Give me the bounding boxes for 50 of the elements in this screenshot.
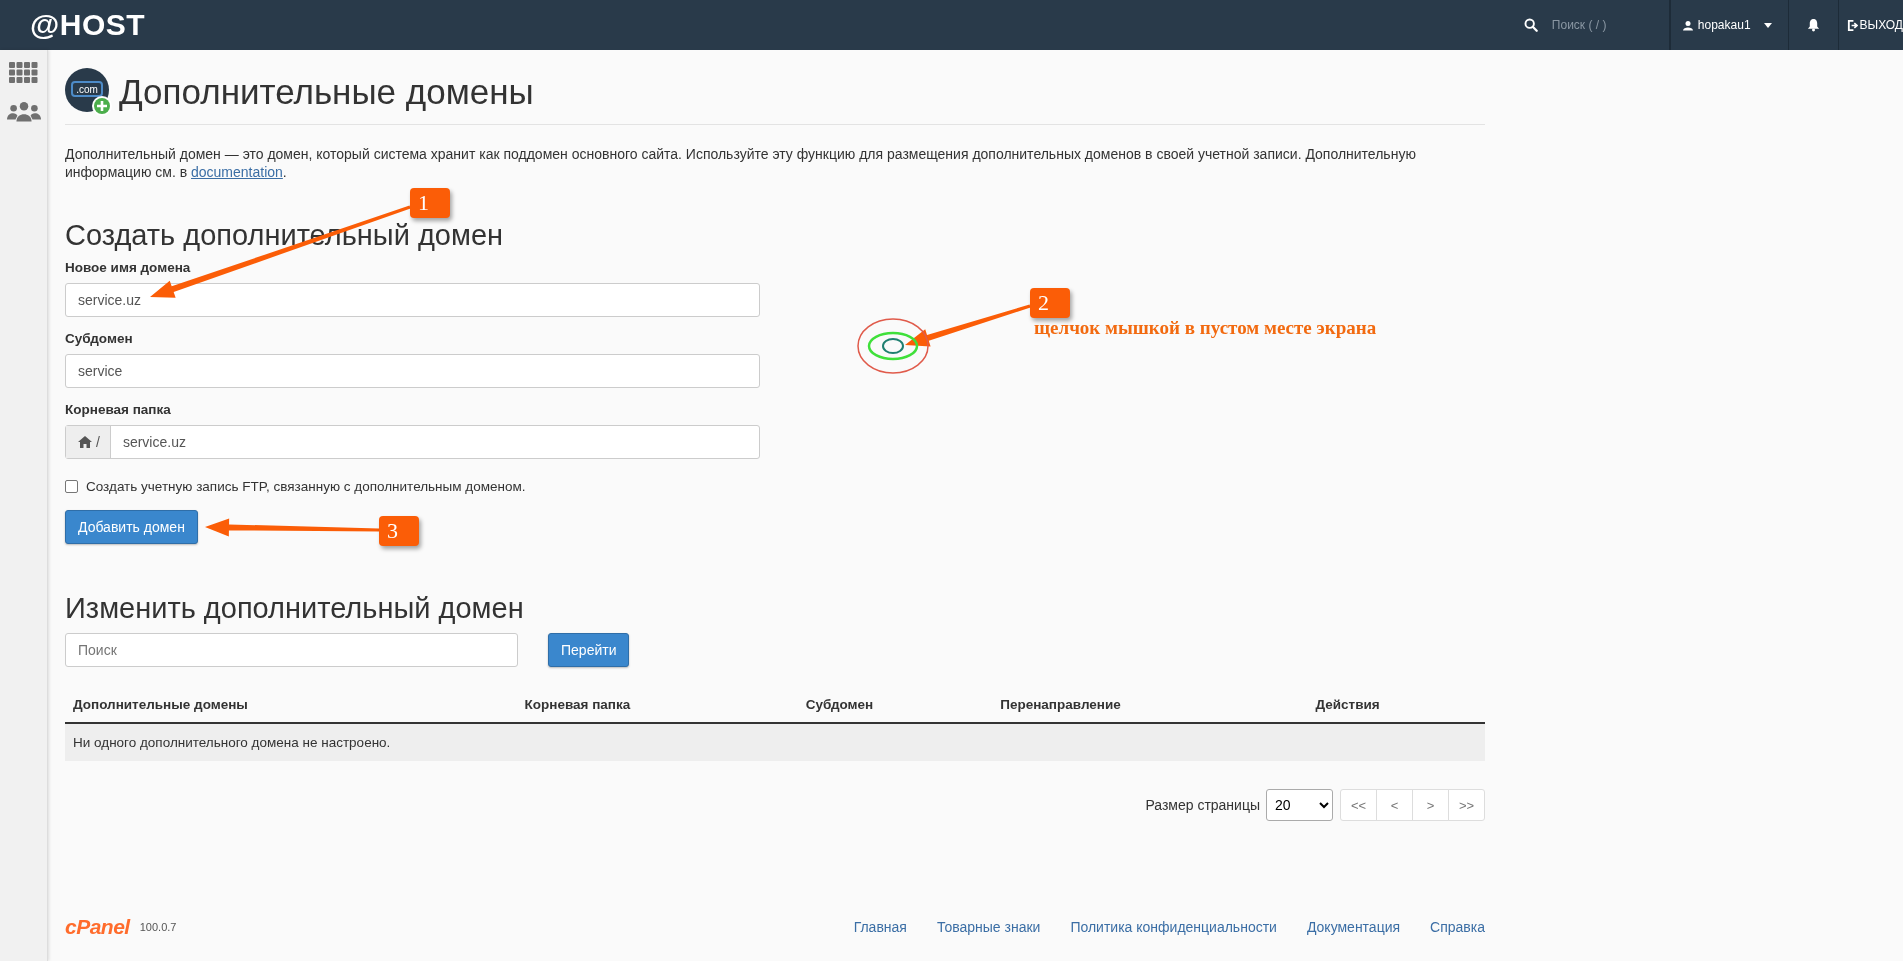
cpanel-logo[interactable]: cPanel xyxy=(65,915,130,939)
footer-link[interactable]: Товарные знаки xyxy=(936,919,1041,935)
add-domain-button[interactable]: Добавить домен xyxy=(65,510,198,544)
version-text: 100.0.7 xyxy=(139,921,177,933)
home-icon xyxy=(78,436,92,448)
folder-field[interactable]: service.uz xyxy=(110,426,759,458)
plus-icon xyxy=(92,96,112,116)
icon-label: .com xyxy=(76,84,98,95)
pagination-button[interactable]: << xyxy=(1340,789,1377,821)
page-title: Дополнительные домены xyxy=(119,72,534,112)
step-number: 2 xyxy=(1030,288,1070,318)
text-field[interactable]: service.uz xyxy=(65,283,760,317)
empty-table-message: Ни одного дополнительного домена не настроено. xyxy=(65,723,1485,761)
field-label: Новое имя домена xyxy=(65,260,192,275)
section-heading: Изменить дополнительный домен xyxy=(65,592,525,625)
path-field[interactable]: / service.uz xyxy=(65,425,760,459)
path-prefix-addon: / xyxy=(66,426,111,458)
pagination-button[interactable]: > xyxy=(1412,789,1449,821)
bell-icon xyxy=(1806,18,1820,32)
documentation-link[interactable]: documentation xyxy=(191,164,283,180)
footer-link[interactable]: Документация xyxy=(1306,919,1401,935)
caret-icon xyxy=(1763,22,1772,28)
footer-link[interactable]: Главная xyxy=(853,919,907,935)
logout-icon xyxy=(1846,19,1858,31)
checkbox-label: Создать учетную запись FTP, связанную с дополнительным доменом. xyxy=(86,479,526,494)
ftp-checkbox[interactable] xyxy=(65,480,78,493)
apps-grid-icon[interactable] xyxy=(9,62,38,83)
logout-link[interactable]: ВЫХОД xyxy=(1838,18,1903,32)
page-description: Дополнительный домен — это домен, который система хранит как поддомен основного сайта. Используйте эту функцию для размещения дополнительных доменов в своей учетной записи. Дополнительную информацию см. в documentation. xyxy=(65,145,1417,181)
site-logo[interactable]: @HOST xyxy=(30,8,146,42)
field-label: Корневая папка xyxy=(65,402,172,417)
page-size-select[interactable]: 20 xyxy=(1266,789,1333,821)
users-icon[interactable] xyxy=(6,101,41,123)
annotation-text: щелчок мышкой в пустом месте экрана xyxy=(1034,317,1377,339)
search-field[interactable]: Поиск xyxy=(65,633,518,667)
field-label: Субдомен xyxy=(65,331,134,346)
go-button[interactable]: Перейти xyxy=(548,633,630,667)
text-field[interactable]: service xyxy=(65,354,760,388)
step-number: 1 xyxy=(410,188,450,218)
click-target-drawing xyxy=(857,318,929,374)
footer-link[interactable]: Политика конфиденциальности xyxy=(1070,919,1277,935)
page-size-label: Размер страницы xyxy=(1145,797,1260,813)
footer-link[interactable]: Справка xyxy=(1430,919,1485,935)
search-field[interactable]: Поиск ( / ) xyxy=(1549,17,1649,33)
user-menu[interactable]: hopakau1 xyxy=(1669,0,1789,50)
search-icon xyxy=(1523,18,1538,32)
pagination-button[interactable]: >> xyxy=(1448,789,1485,821)
step-number: 3 xyxy=(379,516,419,546)
user-icon xyxy=(1682,19,1693,31)
pagination-button[interactable]: < xyxy=(1376,789,1413,821)
